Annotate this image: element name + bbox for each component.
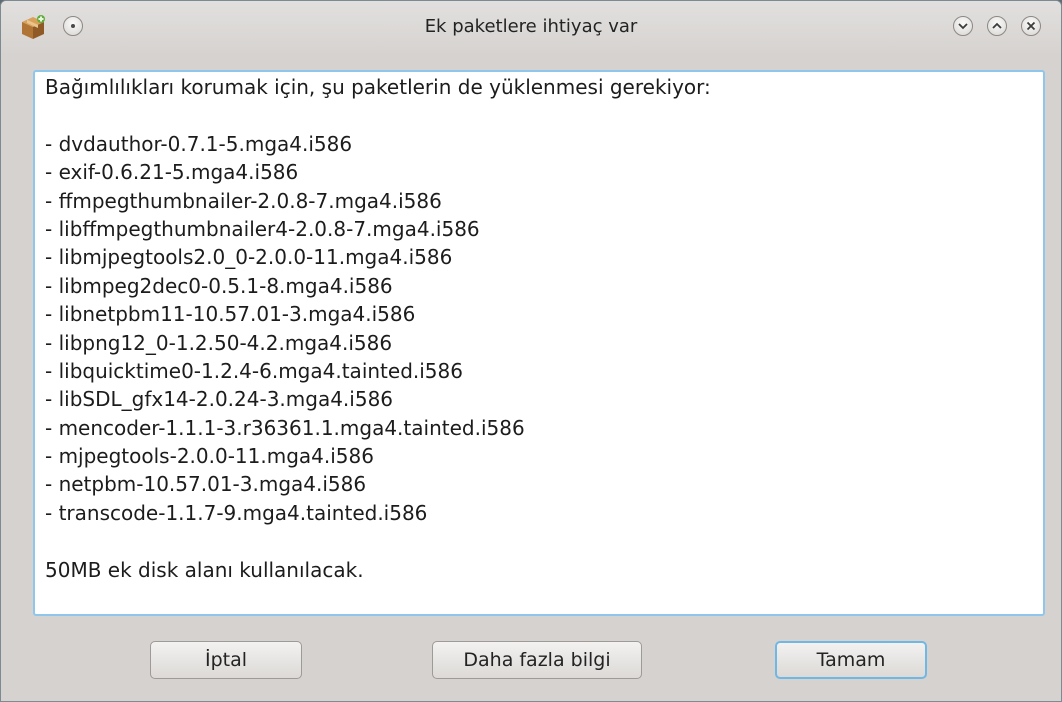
ok-button[interactable]: Tamam: [775, 641, 927, 679]
package-item: - mjpegtools-2.0.0-11.mga4.i586: [45, 444, 374, 469]
package-list: - dvdauthor-0.7.1-5.mga4.i586 - exif-0.6…: [45, 130, 1043, 527]
cancel-button[interactable]: İptal: [150, 641, 302, 679]
package-item: - transcode-1.1.7-9.mga4.tainted.i586: [45, 500, 428, 525]
package-item: - libpng12_0-1.2.50-4.2.mga4.i586: [45, 330, 393, 355]
message-intro: Bağımlılıkları korumak için, şu paketler…: [45, 75, 711, 99]
package-item: - libmjpegtools2.0_0-2.0.0-11.mga4.i586: [45, 245, 453, 270]
title-bar[interactable]: Ek paketlere ihtiyaç var: [1, 1, 1061, 53]
package-item: - ffmpegthumbnailer-2.0.8-7.mga4.i586: [45, 188, 442, 213]
package-item: - mencoder-1.1.1-3.r36361.1.mga4.tainted…: [45, 415, 525, 440]
package-item: - dvdauthor-0.7.1-5.mga4.i586: [45, 131, 353, 156]
chevron-down-icon[interactable]: [953, 16, 973, 36]
package-item: - netpbm-10.57.01-3.mga4.i586: [45, 472, 367, 497]
message-area[interactable]: Bağımlılıkları korumak için, şu paketler…: [33, 70, 1045, 616]
package-item: - libmpeg2dec0-0.5.1-8.mga4.i586: [45, 273, 393, 298]
package-item: - libnetpbm11-10.57.01-3.mga4.i586: [45, 302, 416, 327]
window-title: Ek paketlere ihtiyaç var: [424, 16, 638, 37]
chevron-up-icon[interactable]: [987, 16, 1007, 36]
more-info-button[interactable]: Daha fazla bilgi: [432, 641, 642, 679]
package-item: - libffmpegthumbnailer4-2.0.8-7.mga4.i58…: [45, 216, 480, 241]
package-item: - exif-0.6.21-5.mga4.i586: [45, 160, 299, 185]
disk-space-note: 50MB ek disk alanı kullanılacak.: [45, 557, 364, 582]
package-item: - libquicktime0-1.2.4-6.mga4.tainted.i58…: [45, 358, 463, 383]
package-item: - libSDL_gfx14-2.0.24-3.mga4.i586: [45, 387, 394, 412]
close-icon[interactable]: [1021, 16, 1041, 36]
dialog-window: Ek paketlere ihtiyaç var Bağımlılıkları …: [0, 0, 1062, 702]
